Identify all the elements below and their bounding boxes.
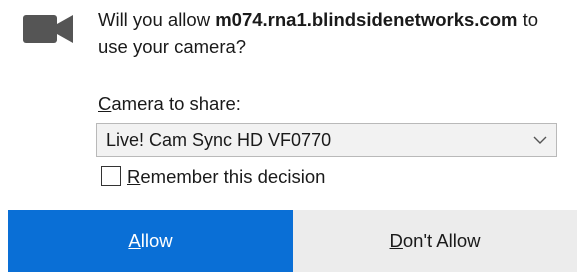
dont-allow-label-text: on't Allow — [402, 230, 481, 251]
camera-label-access-key: C — [98, 93, 112, 114]
permission-prompt: Will you allow m074.rna1.blindsidenetwor… — [98, 6, 568, 60]
remember-label-text: emember this decision — [140, 166, 326, 187]
dont-allow-button-label: Don't Allow — [390, 230, 481, 252]
allow-button[interactable]: Allow — [8, 210, 293, 272]
remember-access-key: R — [127, 166, 141, 187]
requesting-host: m074.rna1.blindsidenetworks.com — [215, 9, 518, 30]
allow-label-text: llow — [140, 230, 173, 251]
chevron-down-icon — [533, 136, 547, 144]
camera-icon — [23, 15, 73, 43]
camera-permission-dialog: Will you allow m074.rna1.blindsidenetwor… — [0, 0, 577, 272]
camera-select[interactable]: Live! Cam Sync HD VF0770 — [96, 123, 557, 157]
remember-decision-label: Remember this decision — [127, 166, 325, 188]
camera-select-value: Live! Cam Sync HD VF0770 — [106, 130, 332, 150]
remember-decision-checkbox[interactable] — [101, 166, 121, 186]
allow-button-label: Allow — [128, 230, 172, 252]
dont-allow-button[interactable]: Don't Allow — [293, 210, 577, 272]
allow-access-key: A — [128, 230, 141, 251]
dont-allow-access-key: D — [389, 230, 403, 251]
prompt-text-before: Will you allow — [98, 9, 216, 30]
camera-label-text: amera to share: — [111, 93, 241, 114]
camera-to-share-label: Camera to share: — [98, 93, 241, 115]
